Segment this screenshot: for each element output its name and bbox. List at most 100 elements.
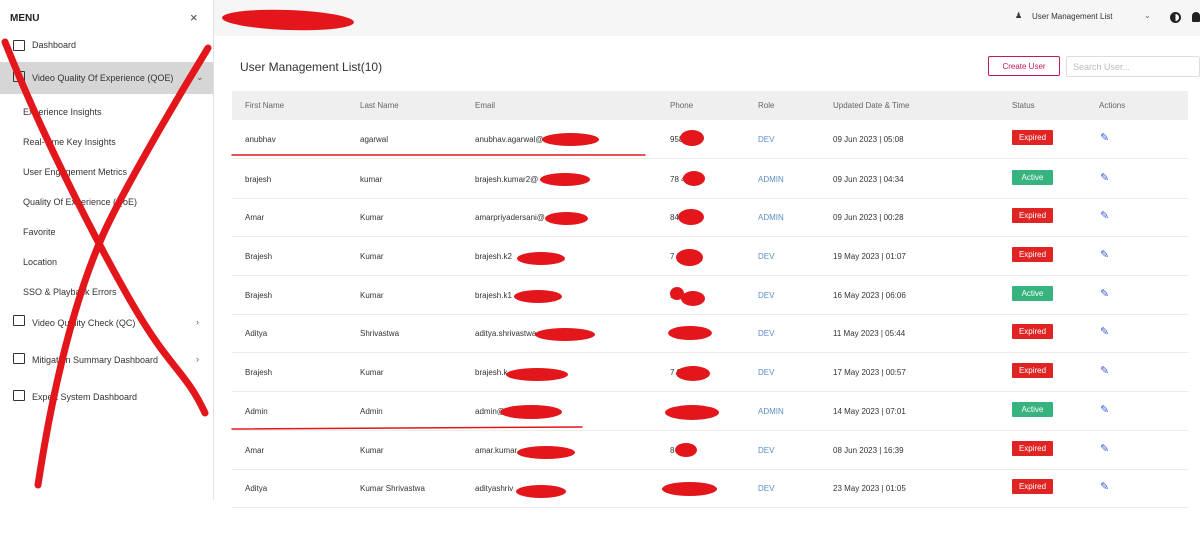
sidebar-item-engagement-metrics[interactable]: User Engagement Metrics	[0, 164, 213, 180]
cell-email: amarpriyadersani@	[475, 213, 545, 222]
view-selector[interactable]: ♟ User Management List ⌄	[1010, 9, 1162, 26]
edit-icon[interactable]: ✎	[1100, 403, 1109, 416]
status-badge: Active	[1012, 286, 1053, 301]
cell-role: DEV	[758, 135, 775, 144]
cell-first-name: Brajesh	[245, 368, 273, 377]
cell-last-name: Kumar	[360, 291, 384, 300]
view-selector-label: User Management List	[1032, 12, 1113, 21]
cell-role: DEV	[758, 484, 775, 493]
sidebar-item-video-qoe[interactable]: Video Quality Of Experience (QOE) ⌄	[0, 62, 213, 94]
redaction-mark	[683, 171, 705, 186]
theme-toggle-icon[interactable]	[1170, 12, 1181, 23]
column-header: Status	[1012, 101, 1035, 110]
cell-last-name: kumar	[360, 175, 383, 184]
cell-updated: 14 May 2023 | 07:01	[833, 407, 906, 416]
sidebar-item-label: Video Quality Of Experience (QOE)	[32, 73, 174, 83]
cell-email: brajesh.k	[475, 368, 508, 377]
sidebar-item-experience-insights[interactable]: Experience Insights	[0, 104, 213, 120]
edit-icon[interactable]: ✎	[1100, 287, 1109, 300]
cell-role: ADMIN	[758, 175, 784, 184]
cell-last-name: agarwal	[360, 135, 389, 144]
edit-icon[interactable]: ✎	[1100, 442, 1109, 455]
table-row: BrajeshKumarbrajesh.k1 99DEV16 May 2023 …	[232, 276, 1188, 315]
status-badge: Expired	[1012, 130, 1053, 145]
chevron-down-icon: ⌄	[196, 72, 204, 82]
redaction-mark	[680, 130, 704, 146]
cell-updated: 08 Jun 2023 | 16:39	[833, 446, 904, 455]
close-icon[interactable]: ×	[190, 10, 198, 25]
edit-icon[interactable]: ✎	[1100, 248, 1109, 261]
create-user-button[interactable]: Create User	[988, 56, 1060, 76]
sidebar-item-expert-system[interactable]: Expert System Dashboard	[0, 387, 213, 409]
edit-icon[interactable]: ✎	[1100, 480, 1109, 493]
edit-icon[interactable]: ✎	[1100, 171, 1109, 184]
redaction-mark	[678, 209, 704, 225]
cell-last-name: Kumar	[360, 368, 384, 377]
cell-role: DEV	[758, 291, 775, 300]
cell-role: ADMIN	[758, 213, 784, 222]
cell-last-name: Admin	[360, 407, 383, 416]
table-row: brajeshkumarbrajesh.kumar2@78 412ADMIN09…	[232, 160, 1188, 199]
sidebar-item-qoe[interactable]: Quality Of Experience (QoE)	[0, 194, 213, 210]
chevron-right-icon: ›	[196, 354, 199, 364]
search-input[interactable]	[1066, 56, 1200, 77]
redaction-mark	[545, 212, 588, 225]
sidebar: MENU × Dashboard Video Quality Of Experi…	[0, 0, 214, 500]
sidebar-item-favorite[interactable]: Favorite	[0, 224, 213, 240]
sidebar-item-real-time-insights[interactable]: Real-Time Key Insights	[0, 134, 213, 150]
cell-email: brajesh.k1	[475, 291, 512, 300]
cell-updated: 19 May 2023 | 01:07	[833, 252, 906, 261]
redaction-mark	[535, 328, 595, 341]
status-badge: Active	[1012, 170, 1053, 185]
redaction-mark	[540, 173, 590, 186]
redaction-mark	[668, 326, 712, 340]
video-icon	[13, 71, 25, 82]
cell-role: DEV	[758, 446, 775, 455]
edit-icon[interactable]: ✎	[1100, 131, 1109, 144]
cell-last-name: Kumar	[360, 213, 384, 222]
table-row: BrajeshKumarbrajesh.k7 2DEV17 May 2023 |…	[232, 353, 1188, 392]
redaction-mark	[516, 485, 566, 498]
cell-first-name: anubhav	[245, 135, 276, 144]
table-header: First Name Last Name Email Phone Role Up…	[232, 91, 1188, 120]
status-badge: Expired	[1012, 247, 1053, 262]
sidebar-item-label: Expert System Dashboard	[32, 392, 138, 402]
cell-email: adityashriv	[475, 484, 514, 493]
edit-icon[interactable]: ✎	[1100, 364, 1109, 377]
status-badge: Expired	[1012, 324, 1053, 339]
cell-updated: 11 May 2023 | 05:44	[833, 329, 906, 338]
sidebar-item-mitigation[interactable]: Mitigation Summary Dashboard ›	[0, 350, 213, 372]
sidebar-item-video-qc[interactable]: Video Quality Check (QC) ›	[0, 312, 213, 334]
sidebar-item-sso-errors[interactable]: SSO & Playback Errors	[0, 284, 213, 300]
redaction-mark	[665, 405, 719, 420]
edit-icon[interactable]: ✎	[1100, 209, 1109, 222]
page-title: User Management List(10)	[240, 60, 383, 74]
cell-updated: 23 May 2023 | 01:05	[833, 484, 906, 493]
status-badge: Active	[1012, 402, 1053, 417]
status-badge: Expired	[1012, 479, 1053, 494]
id-card-icon	[13, 390, 25, 401]
sidebar-item-label: Quality Of Experience (QoE)	[23, 197, 138, 207]
cell-first-name: brajesh	[245, 175, 272, 184]
table-row: anubhavagarwalanubhav.agarwal@958 531DEV…	[232, 120, 1188, 159]
sidebar-item-label: User Engagement Metrics	[23, 167, 128, 177]
sidebar-item-location[interactable]: Location	[0, 254, 213, 270]
chevron-right-icon: ›	[196, 317, 199, 327]
sidebar-item-label: SSO & Playback Errors	[23, 287, 117, 297]
notification-icon[interactable]	[1192, 12, 1200, 22]
calendar-icon	[13, 315, 25, 326]
sidebar-item-label: Video Quality Check (QC)	[32, 318, 136, 328]
cell-email: brajesh.k2	[475, 252, 512, 261]
menu-title: MENU	[10, 13, 40, 24]
cell-role: DEV	[758, 329, 775, 338]
redaction-mark	[514, 290, 562, 303]
redaction-mark	[681, 291, 705, 306]
edit-icon[interactable]: ✎	[1100, 325, 1109, 338]
table-row: AmarKumaramar.kumar8 131DEV08 Jun 2023 |…	[232, 431, 1188, 470]
cell-email: anubhav.agarwal@	[475, 135, 544, 144]
sidebar-item-dashboard[interactable]: Dashboard	[0, 35, 213, 55]
column-header: Last Name	[360, 101, 399, 110]
cell-updated: 16 May 2023 | 06:06	[833, 291, 906, 300]
redaction-mark	[675, 443, 697, 457]
column-header: Updated Date & Time	[833, 101, 910, 110]
